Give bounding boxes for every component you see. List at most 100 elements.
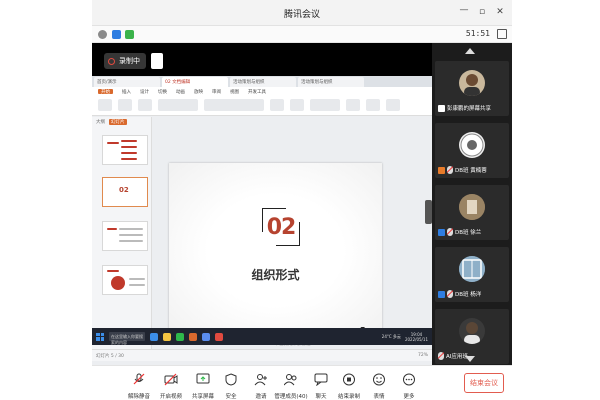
role-badge-icon (438, 166, 445, 174)
menu-item[interactable]: 插入 (122, 89, 131, 95)
recording-indicator[interactable]: 录制中 (104, 53, 163, 69)
participant-tile[interactable]: DB班 徐兰 (435, 185, 509, 240)
thumb-bar (107, 142, 119, 144)
app-icon[interactable] (215, 332, 223, 341)
emoji-button[interactable]: 表情 (362, 371, 396, 400)
invite-icon (254, 374, 267, 386)
folder-icon[interactable] (163, 332, 171, 341)
ribbon-button[interactable] (346, 99, 360, 111)
thumb-bar (121, 158, 137, 160)
avatar (459, 318, 485, 344)
slide-thumbnail[interactable] (102, 221, 148, 251)
ribbon-button[interactable] (290, 99, 304, 111)
ribbon-button[interactable] (158, 99, 198, 111)
ppt-tab[interactable]: 02 文档编辑 (162, 77, 228, 87)
taskbar-search[interactable]: 在这里输入你要搜索的内容 (109, 332, 145, 345)
scroll-down-icon[interactable] (465, 356, 475, 362)
system-tray: 24°C 多云 19:04 2022/05/11 (382, 332, 428, 342)
ribbon-button[interactable] (366, 99, 380, 111)
participant-name: DB班 徐兰 (455, 230, 482, 236)
menu-item[interactable]: 动画 (176, 89, 185, 95)
slide-editor[interactable]: 02 组织形式 (153, 117, 432, 372)
zoom-level[interactable]: 72% (418, 353, 428, 358)
ppt-tab-bar: 首页/演示 02 文档编辑 活动策划与组织 活动策划与组织 (92, 76, 432, 87)
more-button[interactable]: 更多 (392, 371, 426, 400)
members-icon (283, 374, 297, 386)
end-meeting-button[interactable]: 结束会议 (464, 373, 504, 393)
section-number-frame: 02 (262, 208, 300, 246)
invite-button[interactable]: 邀请 (244, 371, 278, 400)
ribbon-button[interactable] (204, 99, 264, 111)
meeting-timer: 51:51 (465, 29, 490, 38)
ppt-tab[interactable]: 活动策划与组织 (298, 77, 364, 87)
participant-tile[interactable]: 彭康鹏的屏幕共享 (435, 61, 509, 116)
slides-tab[interactable]: 幻灯片 (109, 119, 127, 125)
shield-icon[interactable] (112, 30, 121, 39)
security-button[interactable]: 安全 (214, 371, 248, 400)
close-icon[interactable]: ✕ (494, 6, 506, 18)
microphone-muted-icon (438, 352, 444, 360)
ppt-tab[interactable]: 活动策划与组织 (230, 77, 296, 87)
browser-icon[interactable] (150, 332, 158, 341)
avatar (459, 256, 485, 282)
wechat-icon[interactable] (176, 332, 184, 341)
signal-icon[interactable] (125, 30, 134, 39)
ribbon-button[interactable] (310, 99, 340, 111)
ribbon-button[interactable] (118, 99, 132, 111)
ribbon-button[interactable] (270, 99, 284, 111)
window-title: 腾讯会议 (283, 10, 320, 20)
slide-thumbnail[interactable] (102, 265, 148, 295)
menu-item[interactable]: 视图 (230, 89, 239, 95)
slide-thumbnail-selected[interactable]: 02 (102, 177, 148, 207)
microphone-muted-icon (133, 373, 145, 385)
ppt-app-icon[interactable] (189, 332, 197, 341)
ribbon-button[interactable] (98, 99, 112, 111)
current-slide[interactable]: 02 组织形式 (169, 163, 414, 372)
outline-tab[interactable]: 大纲 (96, 119, 105, 125)
menu-item[interactable]: 设计 (140, 89, 149, 95)
participant-tile[interactable]: DB班 杨洋 (435, 247, 509, 302)
toolbar-label: 结束录制 (337, 394, 360, 400)
ribbon-button[interactable] (386, 99, 400, 111)
thumb-bar (119, 234, 143, 236)
minimize-icon[interactable]: — (458, 4, 470, 16)
info-icon[interactable] (98, 30, 107, 39)
slide-thumbnail-pane: 大纲 幻灯片 02 (92, 117, 152, 349)
toolbar-label: 邀请 (255, 394, 267, 400)
share-screen-icon (196, 373, 210, 384)
avatar (459, 70, 485, 96)
start-video-button[interactable]: 开启视频 (154, 371, 188, 400)
ppt-tab[interactable]: 首页/演示 (94, 77, 160, 87)
toolbar-label: 更多 (403, 394, 415, 400)
section-number: 02 (266, 215, 297, 240)
manage-members-button[interactable]: 管理成员(40) (274, 371, 308, 400)
menu-item[interactable]: 审阅 (212, 89, 221, 95)
menu-item[interactable]: 开始 (98, 89, 113, 95)
role-badge-icon (438, 228, 445, 236)
stop-recording-button[interactable]: 结束录制 (332, 371, 366, 400)
stop-record-button[interactable] (151, 53, 163, 69)
thumb-bar (107, 228, 117, 230)
participant-tile[interactable]: DB班 黄楠蓉 (435, 123, 509, 178)
menu-item[interactable]: 放映 (194, 89, 203, 95)
unmute-button[interactable]: 解除静音 (122, 371, 156, 400)
ppt-status-bar: 幻灯片 5 / 30 72% (92, 349, 432, 361)
menu-item[interactable]: 开发工具 (248, 89, 266, 95)
slide-thumbnail[interactable] (102, 135, 148, 165)
meeting-toolbar: 解除静音 开启视频 共享屏幕 安全 邀请 管理成员(40) 聊天 结束录制 表情… (92, 365, 512, 400)
ribbon-button[interactable] (138, 99, 152, 111)
shared-screen: 录制中 首页/演示 02 文档编辑 活动策划与组织 活动策划与组织 开始 插入 … (92, 43, 432, 372)
windows-start-icon[interactable] (96, 332, 104, 341)
collapse-panel-handle[interactable] (425, 200, 432, 224)
scroll-up-icon[interactable] (465, 48, 475, 54)
thumb-bar (121, 152, 137, 154)
maximize-icon[interactable]: ▫ (476, 6, 488, 18)
toolbar-label: 安全 (225, 394, 237, 400)
menu-item[interactable]: 切换 (158, 89, 167, 95)
meeting-app-icon[interactable] (202, 332, 210, 341)
microphone-muted-icon (447, 290, 453, 298)
fullscreen-icon[interactable] (497, 29, 507, 39)
toolbar-label: 解除静音 (127, 394, 150, 400)
avatar (459, 194, 485, 220)
clock-date: 2022/05/11 (404, 336, 428, 342)
